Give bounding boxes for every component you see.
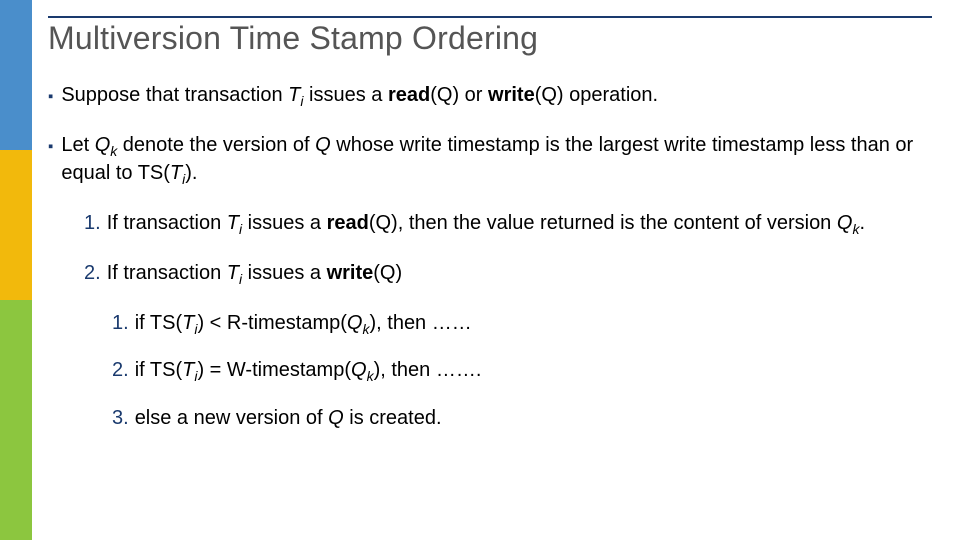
stripe-green xyxy=(0,300,32,540)
slide-body: Multiversion Time Stamp Ordering ▪ Suppo… xyxy=(48,16,932,530)
text: ). xyxy=(185,162,197,184)
Q: Q xyxy=(315,134,331,156)
text: else a new version of xyxy=(135,407,328,429)
k: k xyxy=(367,368,374,384)
square-bullet-icon: ▪ xyxy=(48,137,53,156)
text: issues a xyxy=(242,262,326,284)
numbered-list: 1. If transaction Ti issues a read(Q), t… xyxy=(84,211,932,432)
text: ), then ……. xyxy=(374,359,482,381)
T: T xyxy=(227,212,239,234)
text: Let xyxy=(61,134,94,156)
write: write xyxy=(488,84,535,106)
sub-list: 1. if TS(Ti) < R-timestamp(Qk), then …… … xyxy=(112,311,932,432)
T: T xyxy=(288,84,300,106)
bullet-1-text: Suppose that transaction Ti issues a rea… xyxy=(61,83,932,111)
text: is created. xyxy=(344,407,442,429)
text: if TS( xyxy=(135,312,182,334)
num-item-1: 1. If transaction Ti issues a read(Q), t… xyxy=(84,211,932,239)
text: Suppose that transaction xyxy=(61,84,288,106)
slide-content: ▪ Suppose that transaction Ti issues a r… xyxy=(48,83,932,432)
num-item-2-text: If transaction Ti issues a write(Q) xyxy=(107,261,402,289)
text: if TS( xyxy=(135,359,182,381)
read: read xyxy=(327,212,369,234)
text: denote the version of xyxy=(117,134,315,156)
square-bullet-icon: ▪ xyxy=(48,87,53,106)
text: (Q) operation. xyxy=(535,84,658,106)
text: ), then …… xyxy=(369,312,471,334)
text: issues a xyxy=(242,212,326,234)
Q: Q xyxy=(837,212,853,234)
T: T xyxy=(182,359,194,381)
num: 1. xyxy=(84,211,101,237)
num: 1. xyxy=(112,311,129,337)
text: If transaction xyxy=(107,262,227,284)
text: . xyxy=(859,212,865,234)
sub-item-3: 3. else a new version of Q is created. xyxy=(112,406,932,432)
sub-item-3-text: else a new version of Q is created. xyxy=(135,406,442,432)
side-stripe xyxy=(0,0,32,540)
bullet-1: ▪ Suppose that transaction Ti issues a r… xyxy=(48,83,932,111)
sub-item-2-text: if TS(Ti) = W-timestamp(Qk), then ……. xyxy=(135,358,482,386)
text: or xyxy=(459,84,488,106)
text: issues a xyxy=(304,84,388,106)
bullet-2-text: Let Qk denote the version of Q whose wri… xyxy=(61,133,932,189)
T: T xyxy=(170,162,182,184)
text: If transaction xyxy=(107,212,227,234)
text: ) = W-timestamp( xyxy=(197,359,351,381)
bullet-2: ▪ Let Qk denote the version of Q whose w… xyxy=(48,133,932,189)
sub-item-2: 2. if TS(Ti) = W-timestamp(Qk), then ……. xyxy=(112,358,932,386)
text: (Q) xyxy=(373,262,402,284)
Q: Q xyxy=(95,134,111,156)
num: 2. xyxy=(112,358,129,384)
write: write xyxy=(327,262,374,284)
Q: Q xyxy=(328,407,344,429)
num: 2. xyxy=(84,261,101,287)
T: T xyxy=(227,262,239,284)
num-item-1-text: If transaction Ti issues a read(Q), then… xyxy=(107,211,865,239)
text: (Q), then the value returned is the cont… xyxy=(369,212,837,234)
arg: (Q) xyxy=(430,84,459,106)
title-rule xyxy=(48,16,932,18)
T: T xyxy=(182,312,194,334)
Q: Q xyxy=(347,312,363,334)
sub-item-1-text: if TS(Ti) < R-timestamp(Qk), then …… xyxy=(135,311,472,339)
sub-item-1: 1. if TS(Ti) < R-timestamp(Qk), then …… xyxy=(112,311,932,339)
num-item-2: 2. If transaction Ti issues a write(Q) xyxy=(84,261,932,289)
num: 3. xyxy=(112,406,129,432)
Q: Q xyxy=(351,359,367,381)
slide-title: Multiversion Time Stamp Ordering xyxy=(48,20,932,57)
text: ) < R-timestamp( xyxy=(197,312,346,334)
read: read xyxy=(388,84,430,106)
